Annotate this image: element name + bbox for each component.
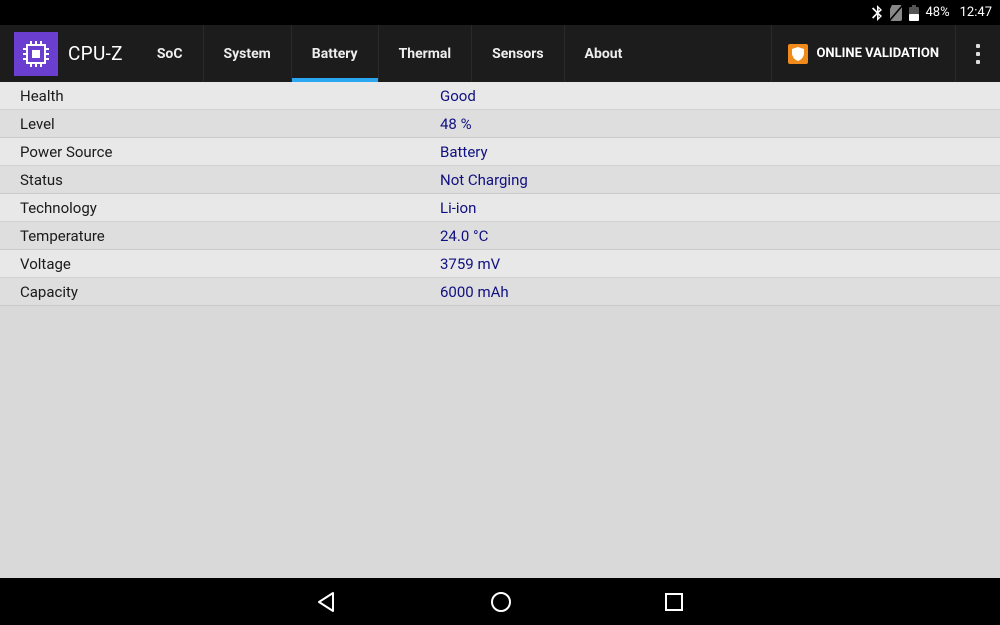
- status-clock: 12:47: [960, 5, 992, 20]
- tab-about[interactable]: About: [564, 25, 643, 82]
- row-value: Not Charging: [440, 171, 528, 189]
- row-label: Power Source: [20, 143, 440, 161]
- android-status-bar: 48% 12:47: [0, 0, 1000, 25]
- row-value: 24.0 °C: [440, 227, 488, 245]
- row-value: Li-ion: [440, 199, 476, 217]
- table-row: Technology Li-ion: [0, 194, 1000, 222]
- table-row: Status Not Charging: [0, 166, 1000, 194]
- table-row: Temperature 24.0 °C: [0, 222, 1000, 250]
- row-value: 3759 mV: [440, 255, 500, 273]
- bluetooth-icon: [871, 5, 883, 21]
- row-value: Good: [440, 87, 476, 105]
- tab-label: Thermal: [399, 46, 452, 62]
- home-icon: [489, 590, 513, 614]
- tab-thermal[interactable]: Thermal: [378, 25, 472, 82]
- back-icon: [315, 590, 339, 614]
- table-row: Power Source Battery: [0, 138, 1000, 166]
- no-sim-icon: [889, 5, 903, 21]
- nav-back-button[interactable]: [315, 590, 339, 614]
- tab-label: About: [585, 46, 623, 62]
- app-logo-icon: [14, 32, 58, 76]
- online-validation-label: ONLINE VALIDATION: [816, 46, 939, 61]
- row-value: 6000 mAh: [440, 283, 509, 301]
- recent-icon: [663, 591, 685, 613]
- tab-label: Sensors: [492, 46, 543, 62]
- table-row: Capacity 6000 mAh: [0, 278, 1000, 306]
- table-row: Voltage 3759 mV: [0, 250, 1000, 278]
- row-label: Level: [20, 115, 440, 133]
- overflow-menu-button[interactable]: [955, 25, 1000, 82]
- more-vert-icon: [976, 52, 980, 56]
- tab-sensors[interactable]: Sensors: [471, 25, 563, 82]
- row-label: Temperature: [20, 227, 440, 245]
- row-value: 48 %: [440, 115, 472, 133]
- nav-home-button[interactable]: [489, 590, 513, 614]
- battery-info-table: Health Good Level 48 % Power Source Batt…: [0, 82, 1000, 578]
- row-label: Voltage: [20, 255, 440, 273]
- row-label: Capacity: [20, 283, 440, 301]
- app-brand: CPU-Z: [0, 25, 137, 82]
- nav-recent-button[interactable]: [663, 591, 685, 613]
- app-title: CPU-Z: [68, 42, 123, 65]
- tab-battery[interactable]: Battery: [291, 25, 378, 82]
- table-row: Level 48 %: [0, 110, 1000, 138]
- row-label: Health: [20, 87, 440, 105]
- tab-label: Battery: [312, 46, 358, 62]
- row-label: Status: [20, 171, 440, 189]
- table-row: Health Good: [0, 82, 1000, 110]
- shield-icon: [788, 44, 808, 64]
- tab-label: System: [224, 46, 271, 62]
- online-validation-button[interactable]: ONLINE VALIDATION: [771, 25, 955, 82]
- row-value: Battery: [440, 143, 488, 161]
- tab-bar: SoC System Battery Thermal Sensors About: [137, 25, 643, 82]
- app-bar: CPU-Z SoC System Battery Thermal Sensors…: [0, 25, 1000, 82]
- tab-system[interactable]: System: [203, 25, 291, 82]
- tab-label: SoC: [157, 46, 183, 62]
- android-nav-bar: [0, 578, 1000, 625]
- battery-icon: [909, 5, 919, 21]
- row-label: Technology: [20, 199, 440, 217]
- battery-percent: 48%: [925, 5, 949, 20]
- tab-soc[interactable]: SoC: [137, 25, 203, 82]
